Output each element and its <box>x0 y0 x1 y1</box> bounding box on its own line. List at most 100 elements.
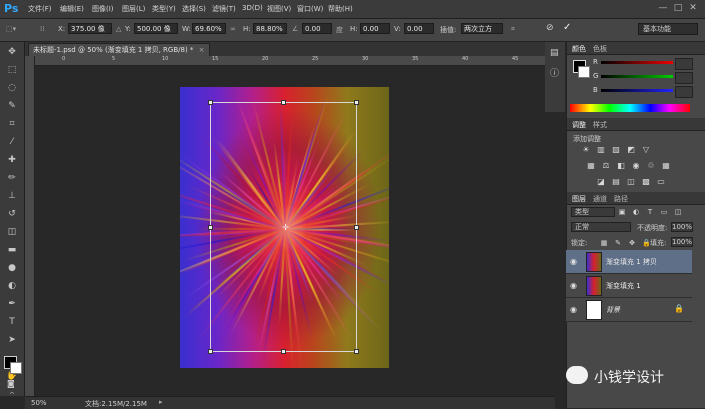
green-value-field[interactable] <box>675 72 693 84</box>
menu-select[interactable]: 选择(S) <box>182 4 206 14</box>
blend-mode-select[interactable]: 正常 <box>571 222 631 232</box>
transform-handle[interactable] <box>281 100 286 105</box>
close-window-button[interactable]: ✕ <box>688 3 698 13</box>
levels-icon[interactable]: ▥ <box>597 146 605 154</box>
transform-handle[interactable] <box>354 225 359 230</box>
reference-point-icon[interactable]: ⁞⁞ <box>40 25 44 33</box>
menu-window[interactable]: 窗口(W) <box>297 4 323 14</box>
workspace-select[interactable]: 基本功能 <box>638 23 698 35</box>
quick-select-tool-icon[interactable]: ✎ <box>6 100 18 112</box>
color-spectrum-ramp[interactable] <box>570 104 690 112</box>
layer-row[interactable]: ◉ 渐变填充 1 拷贝 <box>566 250 692 274</box>
menu-layer[interactable]: 图层(L) <box>122 4 145 14</box>
maximize-button[interactable]: □ <box>673 3 683 13</box>
skew-h-field[interactable]: 0.00 <box>360 23 390 34</box>
quick-mask-icon[interactable]: ◙ <box>7 379 15 388</box>
warp-icon[interactable]: ⌗ <box>511 25 515 34</box>
history-panel-icon[interactable]: ▤ <box>550 48 559 58</box>
eraser-tool-icon[interactable]: ◫ <box>6 226 18 238</box>
vibrance-icon[interactable]: ▽ <box>642 146 650 154</box>
posterize-icon[interactable]: ▤ <box>612 178 620 186</box>
fill-field[interactable]: 100% <box>671 237 693 247</box>
transform-handle[interactable] <box>208 225 213 230</box>
pen-tool-icon[interactable]: ✒ <box>6 298 18 310</box>
blue-slider-track[interactable] <box>601 89 673 92</box>
tool-preset-icon[interactable]: ⬚▾ <box>6 25 16 33</box>
menu-view[interactable]: 视图(V) <box>267 4 291 14</box>
tab-styles[interactable]: 样式 <box>593 120 607 130</box>
green-slider-track[interactable] <box>601 75 673 78</box>
angle-field[interactable]: 0.00 <box>302 23 332 34</box>
brightness-contrast-icon[interactable]: ☀ <box>582 146 590 154</box>
menu-help[interactable]: 帮助(H) <box>328 4 353 14</box>
selective-color-icon[interactable]: ▩ <box>642 178 650 186</box>
gradient-map-icon[interactable]: ▭ <box>657 178 665 186</box>
threshold-icon[interactable]: ◫ <box>627 178 635 186</box>
tab-adjustments[interactable]: 调整 <box>572 120 586 130</box>
healing-tool-icon[interactable]: ✚ <box>6 154 18 166</box>
filter-adjustment-icon[interactable]: ◐ <box>632 208 640 216</box>
lock-pixels-icon[interactable]: ▦ <box>600 239 608 247</box>
visibility-eye-icon[interactable]: ◉ <box>570 281 577 290</box>
filter-type-icon[interactable]: T <box>646 208 654 216</box>
close-tab-icon[interactable]: × <box>199 46 205 54</box>
exposure-icon[interactable]: ◩ <box>627 146 635 154</box>
y-field[interactable]: 500.00 像 <box>134 23 178 34</box>
transform-handle[interactable] <box>354 100 359 105</box>
layer-name[interactable]: 渐变填充 1 拷贝 <box>606 257 657 267</box>
menu-edit[interactable]: 编辑(E) <box>60 4 84 14</box>
link-icon[interactable]: ∞ <box>230 25 236 33</box>
stamp-tool-icon[interactable]: ⊥ <box>6 190 18 202</box>
lock-position-icon[interactable]: ✥ <box>628 239 636 247</box>
visibility-eye-icon[interactable]: ◉ <box>570 257 577 266</box>
menu-3d[interactable]: 3D(D) <box>242 4 263 12</box>
blue-value-field[interactable] <box>675 86 693 98</box>
opacity-field[interactable]: 100% <box>671 222 693 232</box>
status-menu-arrow-icon[interactable]: ▸ <box>159 398 163 406</box>
menu-type[interactable]: 类型(Y) <box>152 4 176 14</box>
transform-handle[interactable] <box>208 100 213 105</box>
relative-position-icon[interactable]: △ <box>116 25 121 33</box>
red-value-field[interactable] <box>675 58 693 70</box>
path-select-tool-icon[interactable]: ➤ <box>6 334 18 346</box>
lock-paint-icon[interactable]: ✎ <box>614 239 622 247</box>
filter-pixel-icon[interactable]: ▣ <box>618 208 626 216</box>
width-field[interactable]: 69.60% <box>192 23 226 34</box>
type-tool-icon[interactable]: T <box>6 316 18 328</box>
blue-slider[interactable]: B <box>571 86 699 98</box>
invert-icon[interactable]: ◪ <box>597 178 605 186</box>
x-field[interactable]: 375.00 像 <box>68 23 112 34</box>
transform-center-icon[interactable]: ✛ <box>282 224 289 232</box>
layer-row[interactable]: ◉ 渐变填充 1 <box>566 274 692 298</box>
photo-filter-icon[interactable]: ◉ <box>632 162 640 170</box>
hue-saturation-icon[interactable]: ▦ <box>587 162 595 170</box>
dodge-tool-icon[interactable]: ◐ <box>6 280 18 292</box>
commit-transform-icon[interactable]: ✓ <box>563 22 571 33</box>
green-slider[interactable]: G <box>571 72 699 84</box>
background-color-swatch[interactable] <box>10 362 22 374</box>
document-tab[interactable]: 未标题-1.psd @ 50% (渐变填充 1 拷贝, RGB/8) * × <box>28 43 210 57</box>
cancel-transform-icon[interactable]: ⊘ <box>546 23 554 33</box>
tab-swatches[interactable]: 色板 <box>593 44 607 54</box>
skew-v-field[interactable]: 0.00 <box>404 23 434 34</box>
channel-mixer-icon[interactable]: ♲ <box>647 162 655 170</box>
marquee-tool-icon[interactable]: ⬚ <box>6 64 18 76</box>
menu-file[interactable]: 文件(F) <box>28 4 52 14</box>
red-slider[interactable]: R <box>571 58 699 70</box>
color-lookup-icon[interactable]: ▦ <box>662 162 670 170</box>
crop-tool-icon[interactable]: ⌗ <box>6 118 18 130</box>
menu-image[interactable]: 图像(I) <box>92 4 114 14</box>
minimize-button[interactable]: — <box>658 3 668 13</box>
transform-handle[interactable] <box>208 349 213 354</box>
curves-icon[interactable]: ▨ <box>612 146 620 154</box>
tab-paths[interactable]: 路径 <box>614 194 628 204</box>
filter-shape-icon[interactable]: ▭ <box>660 208 668 216</box>
tab-layers[interactable]: 图层 <box>572 194 586 204</box>
info-panel-icon[interactable]: ⓘ <box>550 66 559 79</box>
visibility-eye-icon[interactable]: ◉ <box>570 305 577 314</box>
layer-name[interactable]: 背景 <box>606 305 620 315</box>
menu-filter[interactable]: 滤镜(T) <box>212 4 236 14</box>
lock-all-icon[interactable]: 🔒 <box>642 239 651 247</box>
height-field[interactable]: 88.80% <box>253 23 287 34</box>
black-white-icon[interactable]: ◧ <box>617 162 625 170</box>
